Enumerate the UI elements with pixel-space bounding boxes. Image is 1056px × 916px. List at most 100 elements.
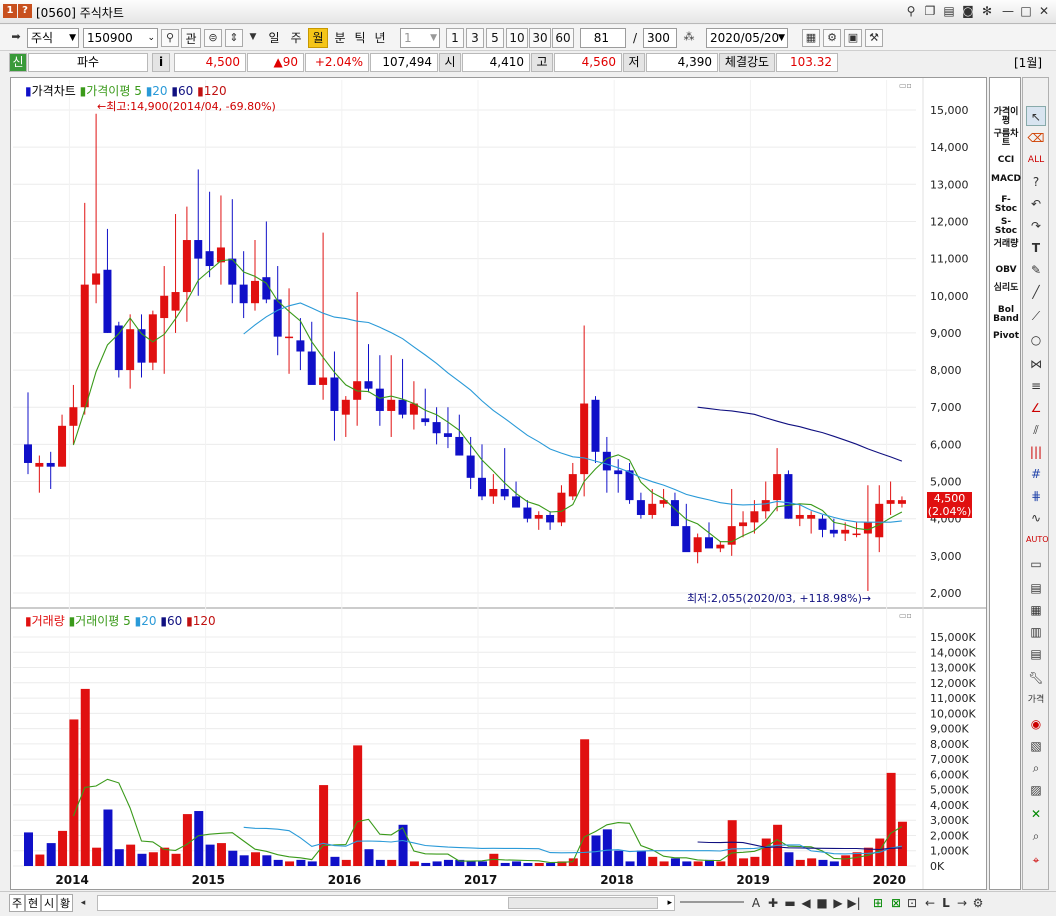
fit-icon[interactable]: ⊞ — [870, 894, 886, 912]
text-icon[interactable]: T — [1026, 238, 1046, 258]
tab-main[interactable]: 주 — [9, 894, 25, 912]
pages-icon[interactable]: ▤ — [1026, 578, 1046, 598]
price-tool-icon[interactable]: 가격 — [1026, 690, 1046, 710]
window-badge[interactable]: 1 — [3, 4, 17, 18]
interval-10[interactable]: 10 — [506, 28, 528, 48]
end-icon[interactable]: ▶| — [846, 894, 862, 912]
report-icon[interactable]: ▨ — [1026, 780, 1046, 800]
close-icon[interactable]: ✕ — [1036, 3, 1052, 19]
ruler-icon[interactable]: ⟋ — [1026, 306, 1046, 326]
vma5-label[interactable]: 5 — [123, 614, 131, 628]
settings-small-icon[interactable]: ⚙ — [970, 894, 986, 912]
chart-window-icon[interactable]: ▭ — [1026, 554, 1046, 574]
l-icon[interactable]: L — [938, 894, 954, 912]
interval-5[interactable]: 5 — [486, 28, 504, 48]
undo-icon[interactable]: ↶ — [1026, 194, 1046, 214]
settings-icon[interactable]: ⚙ — [823, 29, 841, 47]
circle-icon[interactable]: ○ — [1026, 330, 1046, 350]
reset-icon[interactable]: ⊜ — [204, 29, 222, 47]
stop-icon[interactable]: ■ — [814, 894, 830, 912]
copy-icon[interactable]: ❐ — [922, 3, 938, 19]
ma60-label[interactable]: ▮60 — [171, 84, 193, 98]
wrench-icon[interactable]: 🔧︎ — [1026, 668, 1046, 688]
camera-icon[interactable]: ◙ — [960, 3, 976, 19]
grid-lines-icon[interactable]: # — [1026, 464, 1046, 484]
period-week[interactable]: 주 — [286, 28, 306, 48]
trendlines-icon[interactable]: ≡ — [1026, 376, 1046, 396]
note-icon[interactable]: ▧ — [1026, 736, 1046, 756]
date-select[interactable]: 2020/05/20 ▼ — [706, 28, 788, 48]
crosshair-icon[interactable]: ⌖ — [1026, 850, 1046, 870]
scroll-left-icon[interactable]: ◂ — [75, 894, 91, 912]
horizontal-scrollbar[interactable]: ▸ — [97, 895, 675, 911]
zoom-slider[interactable] — [680, 901, 744, 903]
indicator-psychology[interactable]: 심리도 — [991, 284, 1021, 293]
wave-icon[interactable]: ∿ — [1026, 508, 1046, 528]
fan-icon[interactable]: ⋕ — [1026, 486, 1046, 506]
indicator-cci[interactable]: CCI — [991, 156, 1021, 165]
volume-ma-label[interactable]: 거래이평 — [75, 614, 119, 628]
gear-icon[interactable]: ✻ — [979, 3, 995, 19]
price-ma-label[interactable]: 가격이평 — [86, 84, 130, 98]
indicator-fstoc[interactable]: F-Stoc — [991, 196, 1021, 214]
right-arrow-icon[interactable]: → — [954, 894, 970, 912]
market-select[interactable]: 주식 ▼ — [27, 28, 79, 48]
excel-export-icon[interactable]: ⊠ — [888, 894, 904, 912]
interval-1[interactable]: 1 — [446, 28, 464, 48]
indicator-bollinger[interactable]: Bol Band — [991, 306, 1021, 324]
indicator-volume[interactable]: 거래량 — [991, 240, 1021, 249]
gann-icon[interactable]: ∠ — [1026, 398, 1046, 418]
layout-icon[interactable]: ▦ — [802, 29, 820, 47]
excel-icon[interactable]: ✕ — [1026, 804, 1046, 824]
vma120-label[interactable]: ▮120 — [186, 614, 216, 628]
auto-icon[interactable]: AUTO — [1026, 530, 1049, 550]
doc-icon[interactable]: ▦ — [1026, 600, 1046, 620]
scrollbar-thumb[interactable] — [508, 897, 658, 909]
zoom-in-icon[interactable]: A — [748, 894, 764, 912]
period-tick[interactable]: 틱 — [350, 28, 370, 48]
question-icon[interactable]: ? — [1026, 172, 1046, 192]
spin-icon[interactable]: ⇕ — [225, 29, 243, 47]
find-icon[interactable]: ⌕ — [1026, 758, 1046, 778]
compare-icon[interactable]: ▥ — [1026, 622, 1046, 642]
pin-icon[interactable]: ⚲ — [903, 3, 919, 19]
redo-icon[interactable]: ↷ — [1026, 216, 1046, 236]
next-icon[interactable]: ▶ — [830, 894, 846, 912]
tools-icon[interactable]: ⚒ — [865, 29, 883, 47]
dropdown-icon[interactable]: ▼ — [244, 29, 262, 47]
plus-icon[interactable]: ✚ — [765, 894, 781, 912]
volume-chart-label[interactable]: 거래량 — [32, 614, 65, 628]
pencil-icon[interactable]: ✎ — [1026, 260, 1046, 280]
indicator-obv[interactable]: OBV — [991, 266, 1021, 275]
minus-icon[interactable]: ▬ — [782, 894, 798, 912]
total-input[interactable]: 300 — [643, 28, 677, 48]
period-day[interactable]: 일 — [264, 28, 284, 48]
pane-minimize-icon-2[interactable]: ▭▫ — [899, 611, 912, 620]
price-volume-chart[interactable]: 15,000 14,000 13,000 12,000 11,000 10,000 9,00… — [11, 78, 986, 889]
indicator-cloud[interactable]: 구름차트 — [991, 130, 1021, 148]
scroll-right-icon[interactable]: ▸ — [667, 896, 672, 910]
zoom-icon[interactable]: ⌕ — [1026, 826, 1046, 846]
fibo-icon[interactable]: ⋈ — [1026, 354, 1046, 374]
interval-30[interactable]: 30 — [529, 28, 551, 48]
indicator-sstoc[interactable]: S-Stoc — [991, 218, 1021, 236]
search-icon[interactable]: ⚲ — [161, 29, 179, 47]
tab-market[interactable]: 시 — [41, 894, 57, 912]
ma5-label[interactable]: 5 — [134, 84, 142, 98]
pane-minimize-icon[interactable]: ▭▫ — [899, 81, 912, 90]
eraser-icon[interactable]: ⌫ — [1026, 128, 1046, 148]
maximize-icon[interactable]: □ — [1018, 3, 1034, 19]
channel-icon[interactable]: ⫽ — [1026, 420, 1046, 440]
tab-current[interactable]: 현 — [25, 894, 41, 912]
alert-icon[interactable]: ◉ — [1026, 714, 1046, 734]
left-arrow-icon[interactable]: ← — [922, 894, 938, 912]
chart-frame[interactable]: 15,000 14,000 13,000 12,000 11,000 10,000 9,00… — [10, 77, 987, 890]
interval-select[interactable]: 1 ▼ — [400, 28, 440, 48]
ma120-label[interactable]: ▮120 — [197, 84, 227, 98]
count-input[interactable]: 81 — [580, 28, 626, 48]
print-icon[interactable]: ▤ — [941, 3, 957, 19]
minimize-icon[interactable]: — — [1000, 3, 1016, 19]
vma60-label[interactable]: ▮60 — [160, 614, 182, 628]
save-icon[interactable]: ▣ — [844, 29, 862, 47]
period-month[interactable]: 월 — [308, 28, 328, 48]
